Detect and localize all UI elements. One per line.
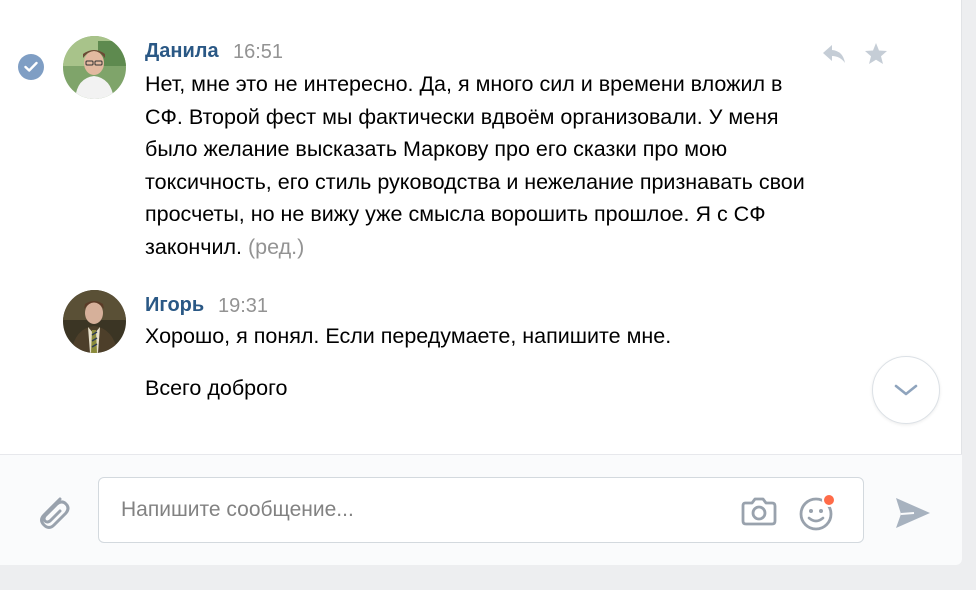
message-item[interactable]: Игорь 19:31 Хорошо, я понял. Если переду… <box>0 282 962 432</box>
check-icon[interactable] <box>18 54 44 80</box>
message-item[interactable]: Данила 16:51 Нет, мне это не интересно. … <box>0 28 962 268</box>
message-body: Нет, мне это не интересно. Да, я много с… <box>145 72 805 259</box>
reply-icon[interactable] <box>820 40 848 68</box>
paperclip-icon[interactable] <box>32 489 72 533</box>
edited-label: (ред.) <box>248 234 305 259</box>
scroll-down-button[interactable] <box>872 356 940 424</box>
message-actions <box>820 40 890 68</box>
star-icon[interactable] <box>862 40 890 68</box>
smile-icon[interactable] <box>797 492 837 532</box>
camera-icon[interactable] <box>739 493 779 529</box>
message-input-box[interactable] <box>98 477 864 543</box>
message-text: Нет, мне это не интересно. Да, я много с… <box>145 68 825 263</box>
message-text: Хорошо, я понял. Если передумаете, напиш… <box>145 324 672 348</box>
avatar[interactable] <box>63 36 126 99</box>
message-text: Всего доброго <box>145 376 288 400</box>
avatar[interactable] <box>63 290 126 353</box>
message-composer <box>0 454 962 565</box>
send-icon[interactable] <box>892 493 932 533</box>
message-author[interactable]: Данила <box>145 40 219 63</box>
message-author[interactable]: Игорь <box>145 294 204 317</box>
message-time[interactable]: 16:51 <box>233 41 283 64</box>
message-input[interactable] <box>121 478 721 542</box>
chat-panel: Данила 16:51 Нет, мне это не интересно. … <box>0 0 962 565</box>
message-time[interactable]: 19:31 <box>218 295 268 318</box>
chevron-down-icon <box>894 384 918 396</box>
